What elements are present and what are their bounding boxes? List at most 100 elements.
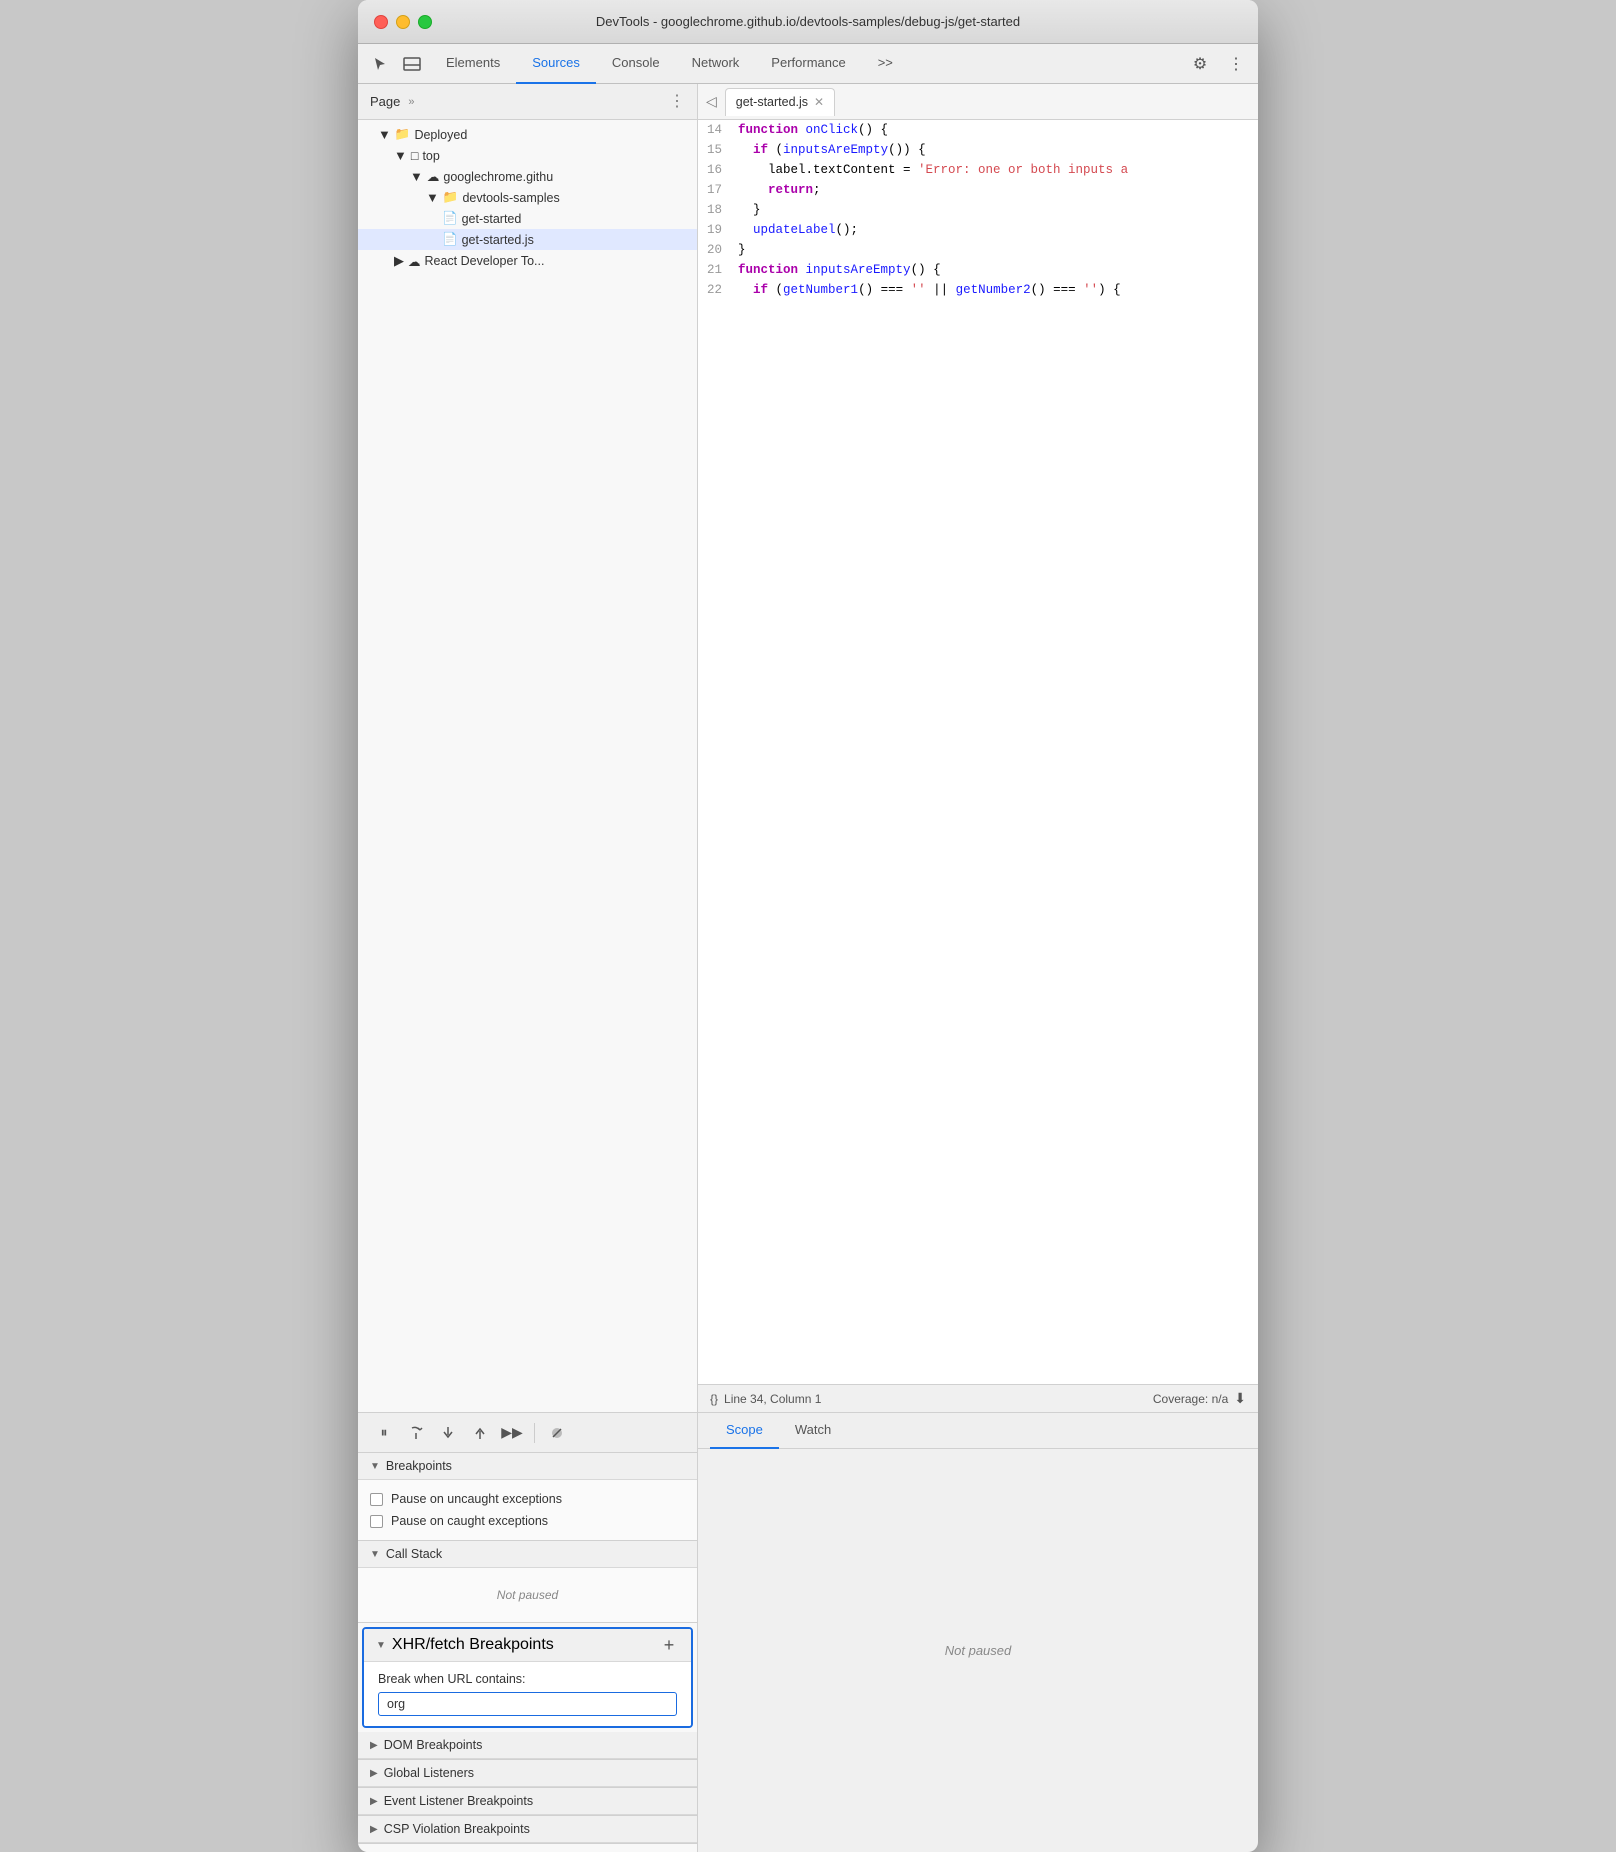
pause-uncaught-label: Pause on uncaught exceptions [391, 1492, 562, 1506]
tree-item-devtools-samples[interactable]: ▼ 📁 devtools-samples [358, 187, 697, 208]
tab-console[interactable]: Console [596, 44, 676, 84]
toggle-drawer-icon[interactable] [398, 50, 426, 78]
line-number: 17 [698, 180, 734, 200]
pause-caught-checkbox[interactable] [370, 1515, 383, 1528]
curly-braces-icon: {} [710, 1392, 718, 1406]
editor-tab-get-started-js[interactable]: get-started.js ✕ [725, 88, 835, 116]
continue-button[interactable]: ▶▶ [498, 1421, 526, 1445]
tree-item-react[interactable]: ▶ ☁ React Developer To... [358, 250, 697, 272]
minimize-button[interactable] [396, 15, 410, 29]
tabbar: Elements Sources Console Network Perform… [358, 44, 1258, 84]
pause-uncaught-item[interactable]: Pause on uncaught exceptions [370, 1488, 685, 1510]
tab-sources[interactable]: Sources [516, 44, 596, 84]
debugger-scroll[interactable]: ▼ Breakpoints Pause on uncaught exceptio… [358, 1453, 697, 1852]
page-panel-header: Page » ⋮ [358, 84, 697, 120]
line-content: return; [734, 180, 1258, 200]
line-content: function inputsAreEmpty() { [734, 260, 1258, 280]
global-listeners-section: ▶ Global Listeners [358, 1760, 697, 1788]
cursor-icon[interactable] [366, 50, 394, 78]
call-stack-content: Not paused [358, 1568, 697, 1622]
add-xhr-button[interactable]: + [659, 1635, 679, 1655]
code-line-15: 15 if (inputsAreEmpty()) { [698, 140, 1258, 160]
event-listener-header[interactable]: ▶ Event Listener Breakpoints [358, 1788, 697, 1815]
coverage-label: Coverage: n/a [1153, 1392, 1228, 1406]
editor-tabs: ◁ get-started.js ✕ [698, 84, 1258, 120]
tree-item-label: googlechrome.githu [443, 170, 553, 184]
csp-section: ▶ CSP Violation Breakpoints [358, 1816, 697, 1844]
panel-menu-icon[interactable]: ⋮ [669, 94, 685, 110]
call-stack-section: ▼ Call Stack Not paused [358, 1541, 697, 1623]
tree-item-top[interactable]: ▼ □ top [358, 145, 697, 166]
code-line-19: 19 updateLabel(); [698, 220, 1258, 240]
global-listeners-header[interactable]: ▶ Global Listeners [358, 1760, 697, 1787]
code-area[interactable]: 14 function onClick() { 15 if (inputsAre… [698, 120, 1258, 1384]
xhr-break-label: Break when URL contains: [378, 1672, 677, 1686]
arrow-down-icon: ▼ [426, 190, 439, 205]
code-line-16: 16 label.textContent = 'Error: one or bo… [698, 160, 1258, 180]
tab-elements[interactable]: Elements [430, 44, 516, 84]
arrow-down-icon: ▼ [376, 1640, 386, 1651]
tree-item-deployed[interactable]: ▼ 📁 Deployed [358, 124, 697, 145]
line-content: function onClick() { [734, 120, 1258, 140]
dom-breakpoints-title: DOM Breakpoints [384, 1738, 483, 1752]
arrow-down-icon: ▼ [394, 148, 407, 163]
line-content: label.textContent = 'Error: one or both … [734, 160, 1258, 180]
line-number: 21 [698, 260, 734, 280]
dom-breakpoints-header[interactable]: ▶ DOM Breakpoints [358, 1732, 697, 1759]
step-over-button[interactable] [402, 1421, 430, 1445]
js-file-icon: 📄 [442, 232, 458, 247]
code-editor-panel: ◁ get-started.js ✕ 14 function onClick()… [698, 84, 1258, 1412]
pause-uncaught-checkbox[interactable] [370, 1493, 383, 1506]
csp-header[interactable]: ▶ CSP Violation Breakpoints [358, 1816, 697, 1843]
event-listener-section: ▶ Event Listener Breakpoints [358, 1788, 697, 1816]
breakpoints-header[interactable]: ▼ Breakpoints [358, 1453, 697, 1480]
pause-button[interactable]: ⏸ [370, 1421, 398, 1445]
tree-item-get-started[interactable]: 📄 get-started [358, 208, 697, 229]
watch-tab[interactable]: Watch [779, 1413, 847, 1449]
breakpoints-title: Breakpoints [386, 1459, 452, 1473]
tree-item-label: Deployed [414, 128, 467, 142]
code-line-17: 17 return; [698, 180, 1258, 200]
deactivate-breakpoints-button[interactable] [543, 1421, 571, 1445]
tree-item-label: React Developer To... [425, 254, 545, 268]
call-stack-title: Call Stack [386, 1547, 442, 1561]
window-title: DevTools - googlechrome.github.io/devtoo… [374, 14, 1242, 29]
close-tab-icon[interactable]: ✕ [814, 95, 824, 109]
step-out-button[interactable] [466, 1421, 494, 1445]
step-into-button[interactable] [434, 1421, 462, 1445]
xhr-header[interactable]: ▼ XHR/fetch Breakpoints + [364, 1629, 691, 1662]
scope-panel: Scope Watch Not paused [698, 1413, 1258, 1852]
line-number: 16 [698, 160, 734, 180]
back-icon[interactable]: ◁ [706, 93, 717, 110]
global-listeners-title: Global Listeners [384, 1766, 474, 1780]
tab-performance[interactable]: Performance [755, 44, 861, 84]
line-number: 18 [698, 200, 734, 220]
tab-network[interactable]: Network [676, 44, 756, 84]
tab-more[interactable]: >> [862, 44, 909, 84]
line-number: 14 [698, 120, 734, 140]
tree-item-googlechrome[interactable]: ▼ ☁ googlechrome.githu [358, 166, 697, 187]
pause-caught-item[interactable]: Pause on caught exceptions [370, 1510, 685, 1532]
close-button[interactable] [374, 15, 388, 29]
scope-tabs: Scope Watch [698, 1413, 1258, 1449]
status-bar: {} Line 34, Column 1 Coverage: n/a ⬇ [698, 1384, 1258, 1412]
cloud-icon: ☁ [408, 254, 421, 269]
call-stack-header[interactable]: ▼ Call Stack [358, 1541, 697, 1568]
settings-icon[interactable]: ⚙ [1186, 50, 1214, 78]
editor-tab-label: get-started.js [736, 95, 808, 109]
maximize-button[interactable] [418, 15, 432, 29]
coverage-icon[interactable]: ⬇ [1234, 1390, 1246, 1407]
cloud-icon: ☁ [427, 169, 440, 184]
scope-tab[interactable]: Scope [710, 1413, 779, 1449]
more-options-icon[interactable]: ⋮ [1222, 50, 1250, 78]
main-content: Page » ⋮ ▼ 📁 Deployed ▼ □ top [358, 84, 1258, 1412]
code-line-20: 20 } [698, 240, 1258, 260]
xhr-content: Break when URL contains: [364, 1662, 691, 1726]
not-paused-label: Not paused [945, 1643, 1012, 1658]
page-more[interactable]: » [408, 96, 414, 108]
toolbar-divider [534, 1423, 535, 1443]
arrow-down-icon: ▼ [410, 169, 423, 184]
xhr-url-input[interactable] [378, 1692, 677, 1716]
xhr-title: XHR/fetch Breakpoints [392, 1636, 554, 1654]
tree-item-get-started-js[interactable]: 📄 get-started.js [358, 229, 697, 250]
